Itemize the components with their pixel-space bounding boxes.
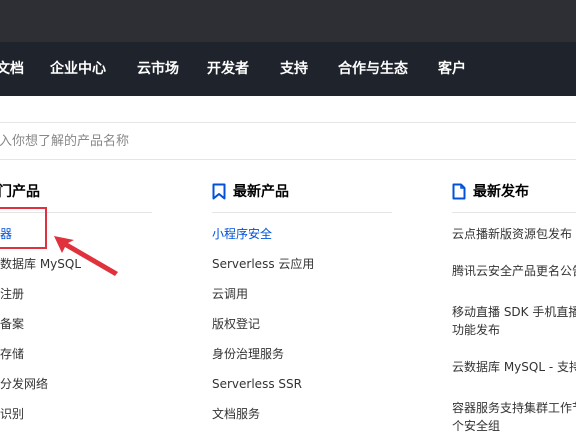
- main-nav: 文档 企业中心 云市场 开发者 支持 合作与生态 客户: [0, 42, 576, 96]
- nav-item-support[interactable]: 支持: [280, 42, 308, 96]
- release-link[interactable]: 云数据库 MySQL - 支持: [452, 358, 576, 376]
- new-product-link[interactable]: Serverless 云应用: [212, 255, 314, 273]
- annotation-arrow-icon: [54, 236, 118, 276]
- hot-product-link[interactable]: 文字识别: [0, 405, 24, 423]
- nav-item-marketplace[interactable]: 云市场: [137, 42, 179, 96]
- nav-item-customers[interactable]: 客户: [438, 42, 466, 96]
- new-product-link[interactable]: 版权登记: [212, 315, 260, 333]
- new-products-divider: [212, 212, 392, 213]
- bookmark-icon: [212, 183, 226, 200]
- latest-releases-title: 最新发布: [473, 184, 529, 200]
- nav-item-docs[interactable]: 文档: [0, 42, 24, 96]
- highlight-box: [0, 207, 47, 249]
- release-link[interactable]: 移动直播 SDK 手机直播: [452, 303, 576, 321]
- search-input[interactable]: [0, 123, 546, 159]
- new-product-link[interactable]: 小程序安全: [212, 225, 272, 243]
- nav-item-developer[interactable]: 开发者: [207, 42, 249, 96]
- hot-products-title: 热门产品: [0, 184, 40, 200]
- hot-product-link[interactable]: 域名注册: [0, 285, 24, 303]
- new-product-link[interactable]: Serverless SSR: [212, 375, 302, 393]
- document-icon: [452, 183, 466, 200]
- new-product-link[interactable]: 文档服务: [212, 405, 260, 423]
- release-link[interactable]: 容器服务支持集群工作节: [452, 399, 576, 417]
- hot-product-link[interactable]: 网站备案: [0, 315, 24, 333]
- hot-product-link[interactable]: 对象存储: [0, 345, 24, 363]
- release-link-continued[interactable]: 个安全组: [452, 417, 500, 432]
- latest-releases-divider: [452, 212, 576, 213]
- new-product-link[interactable]: 云调用: [212, 285, 248, 303]
- nav-item-partners[interactable]: 合作与生态: [338, 42, 408, 96]
- nav-item-enterprise[interactable]: 企业中心: [50, 42, 106, 96]
- new-products-title: 最新产品: [233, 184, 289, 200]
- release-link[interactable]: 腾讯云安全产品更名公告: [452, 262, 576, 280]
- release-link-continued[interactable]: 功能发布: [452, 321, 500, 339]
- release-link[interactable]: 云点播新版资源包发布: [452, 225, 572, 243]
- hot-product-link[interactable]: 内容分发网络: [0, 375, 48, 393]
- top-strip: [0, 0, 576, 42]
- page: 文档 企业中心 云市场 开发者 支持 合作与生态 客户 热门产品 服务器 云数据…: [0, 0, 576, 432]
- new-product-link[interactable]: 身份治理服务: [212, 345, 284, 363]
- search-bar: [0, 122, 576, 160]
